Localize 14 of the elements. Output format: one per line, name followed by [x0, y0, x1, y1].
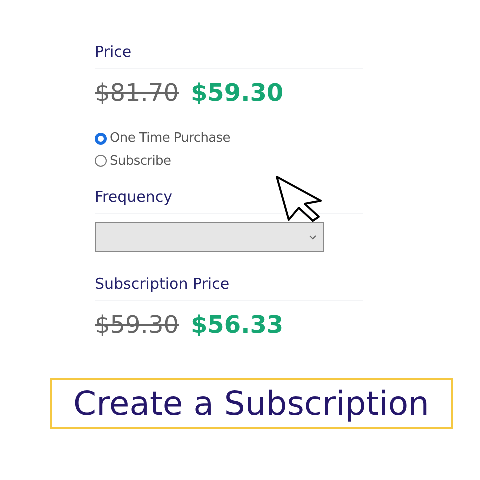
option-label: Subscribe: [110, 152, 172, 170]
option-label: One Time Purchase: [110, 130, 230, 148]
radio-button[interactable]: [95, 155, 107, 168]
original-price: $81.70: [95, 78, 179, 109]
frequency-select[interactable]: [95, 222, 324, 252]
caption: Create a Subscription: [74, 382, 430, 425]
radio-button[interactable]: [95, 132, 107, 145]
original-price: $59.30: [95, 310, 179, 341]
section-heading: Price: [95, 43, 132, 61]
sale-price: $56.33: [190, 310, 284, 341]
chevron-down-icon: [309, 234, 317, 240]
sale-price: $59.30: [190, 78, 284, 109]
section-heading: Subscription Price: [95, 275, 230, 293]
section-heading: Frequency: [95, 188, 172, 206]
